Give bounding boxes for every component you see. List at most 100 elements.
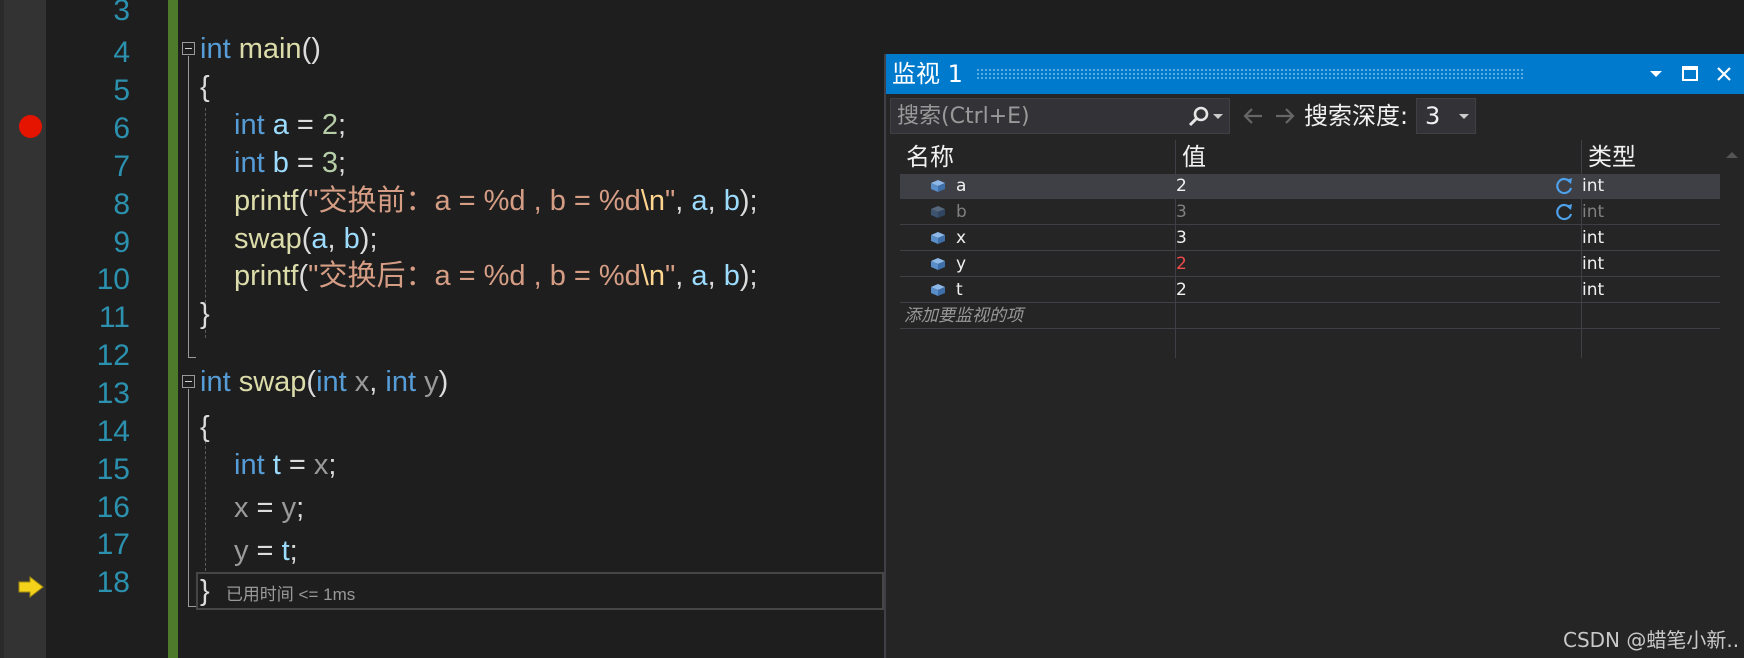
search-input[interactable] [893,101,1181,131]
watch-value[interactable]: 2 [1176,252,1187,276]
watch-window[interactable]: 监视 1 搜索深度: 3 [884,54,1744,658]
search-depth-value: 3 [1425,102,1441,130]
close-icon[interactable] [1710,60,1738,88]
search-back-icon[interactable] [1240,104,1266,128]
punctuation: , [707,260,724,292]
column-header-value[interactable]: 值 [1176,140,1582,174]
code-line-5[interactable]: { [200,66,210,108]
watch-value[interactable]: 2 [1176,278,1187,302]
punctuation: ( [298,185,309,217]
line-number: 6 [113,112,130,145]
refresh-icon[interactable] [1555,202,1575,222]
keyword: int [234,109,265,141]
code-line-9[interactable]: swap(a, b); [234,218,378,260]
code-line-17[interactable]: } 已用时间 <= 1ms [200,570,355,612]
line-number: 13 [96,377,130,410]
punctuation: ( [306,366,317,398]
watch-name: y [956,254,967,274]
punctuation: ; [338,109,347,141]
code-line-15[interactable]: x = y; [234,487,304,529]
line-number: 9 [113,226,130,259]
add-watch-row[interactable]: 添加要监视的项 [900,304,1720,329]
keyword: int [385,366,417,398]
number: 2 [321,109,339,141]
search-forward-icon[interactable] [1272,104,1298,128]
refresh-icon[interactable] [1555,176,1575,196]
watch-row-x[interactable]: x 3 int [900,226,1720,251]
parameter: y [234,535,249,567]
chevron-down-icon[interactable] [1213,114,1223,119]
variable: b [723,260,740,292]
code-line-14[interactable]: int t = x; [234,444,336,486]
variable: a [691,185,708,217]
code-line-11[interactable]: } [200,293,210,335]
watch-value[interactable]: 3 [1176,226,1187,250]
column-header-type[interactable]: 类型 [1582,140,1720,174]
column-header-name[interactable]: 名称 [900,140,1176,174]
string-literal: "交换后：a = %d , b = %d [308,260,641,292]
punctuation: ; [328,449,337,481]
indent-guide [205,441,206,571]
code-line-6[interactable]: int a = 2; [234,104,346,146]
punctuation: ; [338,147,347,179]
outline-line [188,357,196,358]
punctuation: ); [739,185,758,217]
perf-tip[interactable]: 已用时间 <= 1ms [226,585,355,604]
watch-value[interactable]: 2 [1176,174,1187,198]
code-line-4[interactable]: int main() [200,28,321,70]
search-box[interactable] [890,98,1230,134]
punctuation: ); [739,260,758,292]
add-watch-placeholder[interactable]: 添加要监视的项 [904,304,1023,328]
watch-title-bar[interactable]: 监视 1 [886,54,1744,94]
line-number: 5 [113,74,130,107]
parameter: x [234,492,249,524]
number: 3 [321,147,339,179]
maximize-icon[interactable] [1676,60,1704,88]
fold-icon[interactable] [182,42,195,55]
watch-title: 监视 1 [892,60,963,88]
line-number: 4 [113,36,130,69]
code-line-13[interactable]: { [200,406,210,448]
keyword: int [234,449,265,481]
vertical-scrollbar[interactable] [1722,140,1742,656]
watch-type: int [1582,176,1605,196]
parameter: y [281,492,297,524]
scroll-up-icon[interactable] [1726,152,1738,158]
watch-row-b[interactable]: b 3 int [900,200,1720,225]
operator: = [288,147,322,179]
code-line-7[interactable]: int b = 3; [234,142,346,184]
glyph-margin[interactable] [0,0,46,658]
watch-value[interactable]: 3 [1176,200,1187,224]
punctuation: , [675,260,692,292]
punctuation: , [707,185,724,217]
chevron-down-icon[interactable] [1459,114,1469,119]
code-line-10[interactable]: printf("交换后：a = %d , b = %d\n", a, b); [234,255,758,297]
search-depth-select[interactable]: 3 [1416,98,1476,134]
watch-name: a [956,176,967,196]
window-menu-icon[interactable] [1642,60,1670,88]
variable-icon [931,258,945,270]
code-line-16[interactable]: y = t; [234,530,298,572]
punctuation: { [200,71,210,103]
escape-sequence: \n [640,260,665,292]
watch-type: int [1582,228,1605,248]
punctuation: , [327,223,344,255]
punctuation: ( [301,223,312,255]
code-line-12[interactable]: int swap(int x, int y) [200,361,448,403]
keyword: int [200,33,231,65]
watch-row-a[interactable]: a 2 int [900,174,1720,199]
watch-row-y[interactable]: y 2 int [900,252,1720,277]
function-name: printf [234,185,299,217]
fold-icon[interactable] [182,375,195,388]
line-number: 17 [96,528,130,561]
drag-grip[interactable] [976,68,1524,79]
variable: a [272,109,289,141]
code-line-8[interactable]: printf("交换前：a = %d , b = %d\n", a, b); [234,180,758,222]
breakpoint-icon[interactable] [19,115,42,138]
watch-row-t[interactable]: t 2 int [900,278,1720,303]
operator: = [280,449,314,481]
search-icon[interactable] [1187,105,1211,129]
variable-icon [931,180,945,192]
function-name: swap [238,366,307,398]
parameter: x [313,449,329,481]
